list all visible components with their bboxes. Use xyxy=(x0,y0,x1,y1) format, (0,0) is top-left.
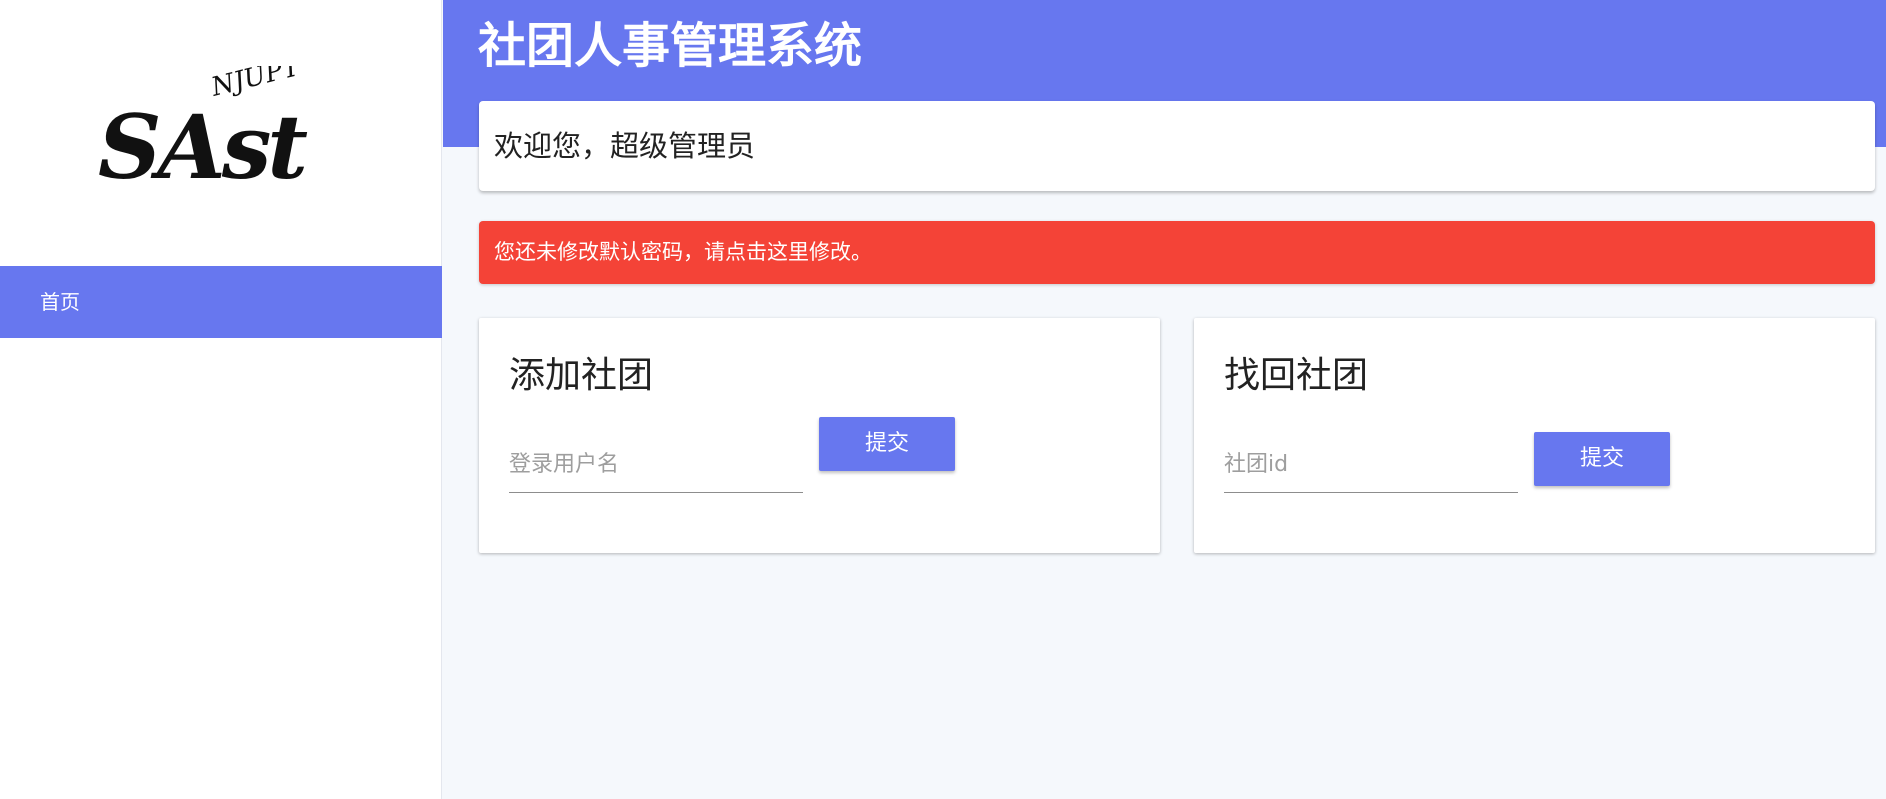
welcome-card: 欢迎您，超级管理员 xyxy=(479,101,1875,191)
add-club-card: 添加社团 提交 xyxy=(479,318,1160,553)
club-id-input[interactable] xyxy=(1224,437,1518,493)
recover-club-title: 找回社团 xyxy=(1224,355,1369,396)
page-title: 社团人事管理系统 xyxy=(478,18,863,74)
welcome-text: 欢迎您，超级管理员 xyxy=(494,129,756,163)
login-username-input[interactable] xyxy=(509,437,803,493)
recover-club-card: 找回社团 提交 xyxy=(1194,318,1875,553)
alert-text: 您还未修改默认密码，请点击这里修改。 xyxy=(494,240,872,264)
sast-logo: NJUPT SAst xyxy=(98,66,311,196)
recover-club-submit-button[interactable]: 提交 xyxy=(1534,432,1670,486)
svg-text:SAst: SAst xyxy=(98,95,307,196)
add-club-title: 添加社团 xyxy=(509,355,654,396)
sidebar-item-home[interactable]: 首页 xyxy=(0,266,442,338)
add-club-submit-button[interactable]: 提交 xyxy=(819,417,955,471)
sidebar-item-label: 首页 xyxy=(40,290,80,314)
change-password-alert[interactable]: 您还未修改默认密码，请点击这里修改。 xyxy=(479,221,1875,284)
sidebar: NJUPT SAst 首页 xyxy=(0,0,442,799)
